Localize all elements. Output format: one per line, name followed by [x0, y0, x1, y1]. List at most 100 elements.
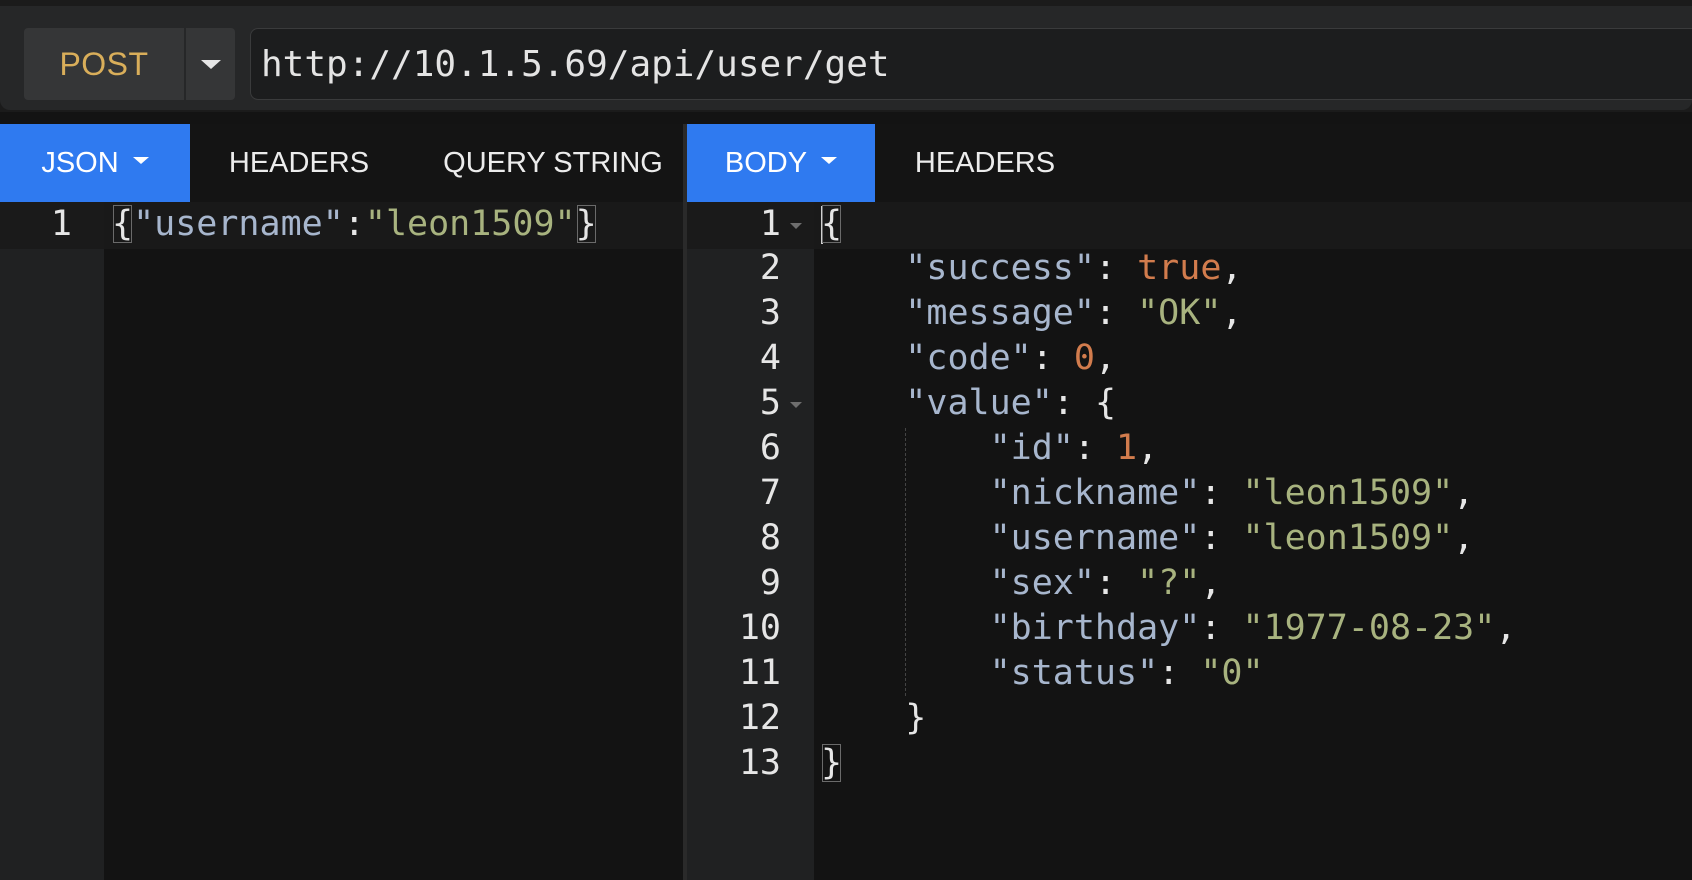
json-punct: : — [1031, 338, 1074, 378]
code-line: "nickname": "leon1509", — [821, 471, 1475, 516]
json-punct: , — [1495, 608, 1517, 648]
chevron-down-icon — [200, 59, 221, 69]
json-brace-close: } — [821, 743, 843, 783]
http-method-button[interactable]: POST — [24, 28, 184, 100]
json-key: "username" — [989, 518, 1201, 558]
json-key-username: "username" — [133, 204, 344, 244]
json-key: "birthday" — [989, 608, 1201, 648]
fold-arrow-icon[interactable] — [790, 223, 802, 229]
code-line: "status": "0" — [821, 651, 1264, 696]
json-punct: , — [1453, 518, 1475, 558]
line-number: 6 — [759, 428, 781, 468]
json-value-username: "leon1509" — [364, 204, 576, 244]
json-punct: : — [1200, 518, 1243, 558]
json-punct: : — [1158, 653, 1201, 693]
json-brace-close: } — [905, 698, 927, 738]
json-punct: , — [1453, 473, 1475, 513]
line-number: 10 — [738, 608, 781, 648]
code-line: "id": 1, — [821, 426, 1159, 471]
tab-json-label: JSON — [41, 146, 119, 179]
response-body-viewer[interactable]: 1 2 3 4 5 6 7 8 9 10 11 12 13 { "success… — [687, 202, 1692, 880]
json-punct: : { — [1052, 383, 1117, 423]
json-punct: , — [1094, 338, 1117, 378]
url-input[interactable] — [250, 28, 1692, 100]
line-number: 2 — [759, 248, 781, 288]
code-line: "username": "leon1509", — [821, 516, 1475, 561]
json-boolean: true — [1137, 248, 1222, 288]
http-method-label: POST — [59, 45, 149, 82]
code-line: "sex": "?", — [821, 561, 1222, 606]
request-bar: POST — [0, 0, 1692, 112]
tab-request-headers-label: HEADERS — [228, 146, 370, 179]
code-line: "success": true, — [821, 246, 1242, 291]
response-code: { "success": true, "message": "OK", "cod… — [821, 202, 1691, 880]
code-line: {"username":"leon1509"} — [112, 202, 597, 247]
json-brace-close: } — [575, 204, 597, 244]
code-line: "value": { — [821, 381, 1116, 426]
line-number: 4 — [759, 338, 781, 378]
code-line: } — [821, 741, 842, 786]
request-bar-inner: POST — [0, 6, 1692, 110]
code-line: "message": "OK", — [821, 291, 1242, 336]
json-string: "0" — [1200, 653, 1264, 693]
line-number: 1 — [50, 204, 72, 244]
json-punct: , — [1221, 293, 1243, 333]
json-key: "nickname" — [989, 473, 1201, 513]
fold-arrow-icon[interactable] — [790, 402, 802, 408]
json-key: "id" — [989, 428, 1074, 468]
tab-body-label: BODY — [724, 146, 808, 179]
line-number: 3 — [759, 293, 781, 333]
line-number: 1 — [759, 204, 781, 244]
caret-down-icon — [821, 156, 838, 164]
response-tabbar: BODY HEADERS — [687, 124, 1692, 202]
json-string: "?" — [1137, 563, 1201, 603]
tab-body[interactable]: BODY — [687, 124, 875, 202]
code-line: { — [821, 202, 842, 247]
line-number: 7 — [759, 473, 781, 513]
tab-response-headers-label: HEADERS — [914, 146, 1056, 179]
json-string: "leon1509" — [1242, 518, 1454, 558]
json-punct: , — [1200, 563, 1222, 603]
tab-query-string[interactable]: QUERY STRING — [428, 124, 678, 202]
code-line: "birthday": "1977-08-23", — [821, 606, 1517, 651]
json-string: "1977-08-23" — [1242, 608, 1496, 648]
json-key: "success" — [905, 248, 1095, 288]
json-brace-open: { — [821, 204, 843, 244]
json-punct: : — [1200, 608, 1243, 648]
tab-request-headers[interactable]: HEADERS — [190, 124, 408, 202]
caret-down-icon — [132, 156, 149, 164]
request-body-editor[interactable]: 1 {"username":"leon1509"} — [0, 202, 683, 880]
request-tabbar: JSON HEADERS QUERY STRING — [0, 124, 683, 202]
request-pane: JSON HEADERS QUERY STRING 1 {"username":… — [0, 124, 683, 880]
http-method-dropdown-button[interactable] — [186, 28, 235, 100]
json-string: "OK" — [1137, 293, 1222, 333]
request-code: {"username":"leon1509"} — [112, 202, 682, 880]
line-number: 5 — [759, 383, 781, 423]
code-line: } — [821, 696, 926, 741]
json-string: "leon1509" — [1242, 473, 1454, 513]
json-punct: : — [1200, 473, 1243, 513]
line-number: 12 — [738, 698, 781, 738]
json-number: 0 — [1073, 338, 1095, 378]
json-key: "value" — [905, 383, 1053, 423]
request-gutter: 1 — [0, 202, 104, 880]
tab-response-headers[interactable]: HEADERS — [875, 124, 1095, 202]
code-line: "code": 0, — [821, 336, 1116, 381]
json-punct: : — [1094, 248, 1138, 288]
tab-json[interactable]: JSON — [0, 124, 190, 202]
line-number: 8 — [759, 518, 781, 558]
json-punct: , — [1137, 428, 1159, 468]
tab-query-string-label: QUERY STRING — [443, 146, 663, 179]
json-colon: : — [343, 204, 365, 244]
json-key: "status" — [989, 653, 1159, 693]
response-pane: BODY HEADERS 1 2 3 4 5 6 7 8 9 10 11 12 … — [687, 124, 1692, 880]
json-punct: : — [1094, 293, 1138, 333]
json-key: "message" — [905, 293, 1095, 333]
json-punct: : — [1094, 563, 1138, 603]
json-brace-open: { — [112, 204, 134, 244]
json-key: "code" — [905, 338, 1032, 378]
line-number: 9 — [759, 563, 781, 603]
response-gutter: 1 2 3 4 5 6 7 8 9 10 11 12 13 — [687, 202, 814, 880]
line-number: 11 — [738, 653, 781, 693]
json-key: "sex" — [989, 563, 1095, 603]
